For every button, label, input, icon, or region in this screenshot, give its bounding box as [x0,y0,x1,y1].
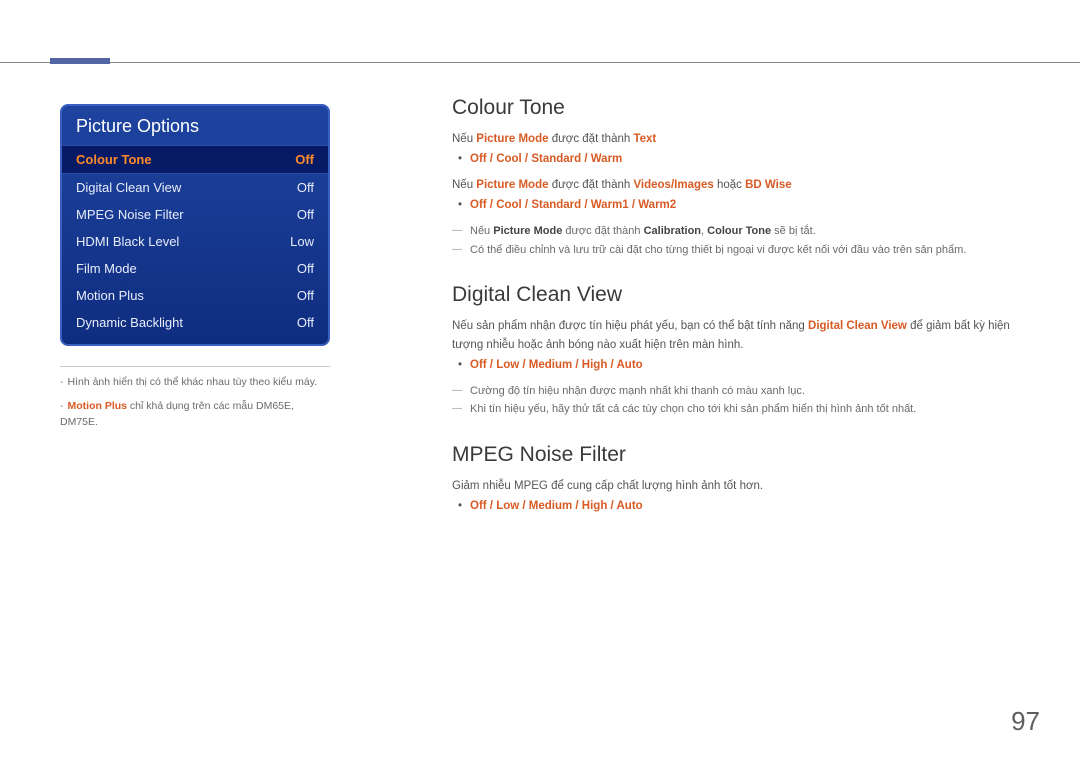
para: Giảm nhiễu MPEG để cung cấp chất lượng h… [452,477,1012,495]
menu-row-value: Low [290,234,314,249]
section-title: Colour Tone [452,96,1012,120]
menu-row-value: Off [297,315,314,330]
option-item: Off / Low / Medium / High / Auto [452,356,1012,376]
menu-row-hdmi-black-level[interactable]: HDMI Black Level Low [62,228,328,255]
menu-row-value: Off [297,288,314,303]
note: Nếu Picture Mode được đặt thành Calibrat… [452,222,1012,241]
section-digital-clean-view: Digital Clean View Nếu sản phẩm nhận đượ… [452,283,1012,419]
manual-page: Picture Options Colour Tone Off Digital … [0,0,1080,763]
accent-bar [50,58,110,64]
menu-row-label: HDMI Black Level [76,234,179,249]
page-number: 97 [1011,706,1040,737]
option-item: Off / Cool / Standard / Warm [452,150,1012,170]
menu-row-value: Off [297,207,314,222]
options-list: Off / Cool / Standard / Warm [452,150,1012,170]
top-rule [0,62,1080,63]
menu-row-label: Colour Tone [76,152,152,167]
right-column: Colour Tone Nếu Picture Mode được đặt th… [452,96,1012,541]
options-list: Off / Low / Medium / High / Auto [452,356,1012,376]
para: Nếu Picture Mode được đặt thành Videos/I… [452,176,1012,194]
menu-row-digital-clean-view[interactable]: Digital Clean View Off [62,174,328,201]
options-list: Off / Cool / Standard / Warm1 / Warm2 [452,196,1012,216]
note: Khi tín hiệu yếu, hãy thử tất cả các tùy… [452,400,1012,419]
menu-row-value: Off [297,180,314,195]
menu-row-film-mode[interactable]: Film Mode Off [62,255,328,282]
menu-row-value: Off [297,261,314,276]
section-mpeg-noise-filter: MPEG Noise Filter Giảm nhiễu MPEG để cun… [452,443,1012,517]
picture-options-menu: Picture Options Colour Tone Off Digital … [60,104,330,346]
menu-row-label: Dynamic Backlight [76,315,183,330]
menu-row-label: MPEG Noise Filter [76,207,184,222]
menu-row-value: Off [295,152,314,167]
caption-2: -Motion Plus chỉ khả dụng trên các mẫu D… [60,399,330,431]
options-list: Off / Low / Medium / High / Auto [452,497,1012,517]
menu-title: Picture Options [62,106,328,145]
menu-row-colour-tone[interactable]: Colour Tone Off [62,145,328,174]
option-item: Off / Low / Medium / High / Auto [452,497,1012,517]
menu-row-dynamic-backlight[interactable]: Dynamic Backlight Off [62,309,328,336]
section-colour-tone: Colour Tone Nếu Picture Mode được đặt th… [452,96,1012,259]
section-title: Digital Clean View [452,283,1012,307]
option-item: Off / Cool / Standard / Warm1 / Warm2 [452,196,1012,216]
section-title: MPEG Noise Filter [452,443,1012,467]
note: Có thể điều chỉnh và lưu trữ cài đặt cho… [452,241,1012,260]
para: Nếu sản phẩm nhận được tín hiệu phát yếu… [452,317,1012,354]
left-column: Picture Options Colour Tone Off Digital … [60,104,330,430]
para: Nếu Picture Mode được đặt thành Text [452,130,1012,148]
menu-row-label: Film Mode [76,261,137,276]
menu-row-label: Digital Clean View [76,180,181,195]
note: Cường độ tín hiệu nhận được mạnh nhất kh… [452,382,1012,401]
caption-1: -Hình ảnh hiển thị có thể khác nhau tùy … [60,375,330,391]
caption-divider [60,366,330,367]
menu-row-label: Motion Plus [76,288,144,303]
menu-row-mpeg-noise-filter[interactable]: MPEG Noise Filter Off [62,201,328,228]
menu-row-motion-plus[interactable]: Motion Plus Off [62,282,328,309]
